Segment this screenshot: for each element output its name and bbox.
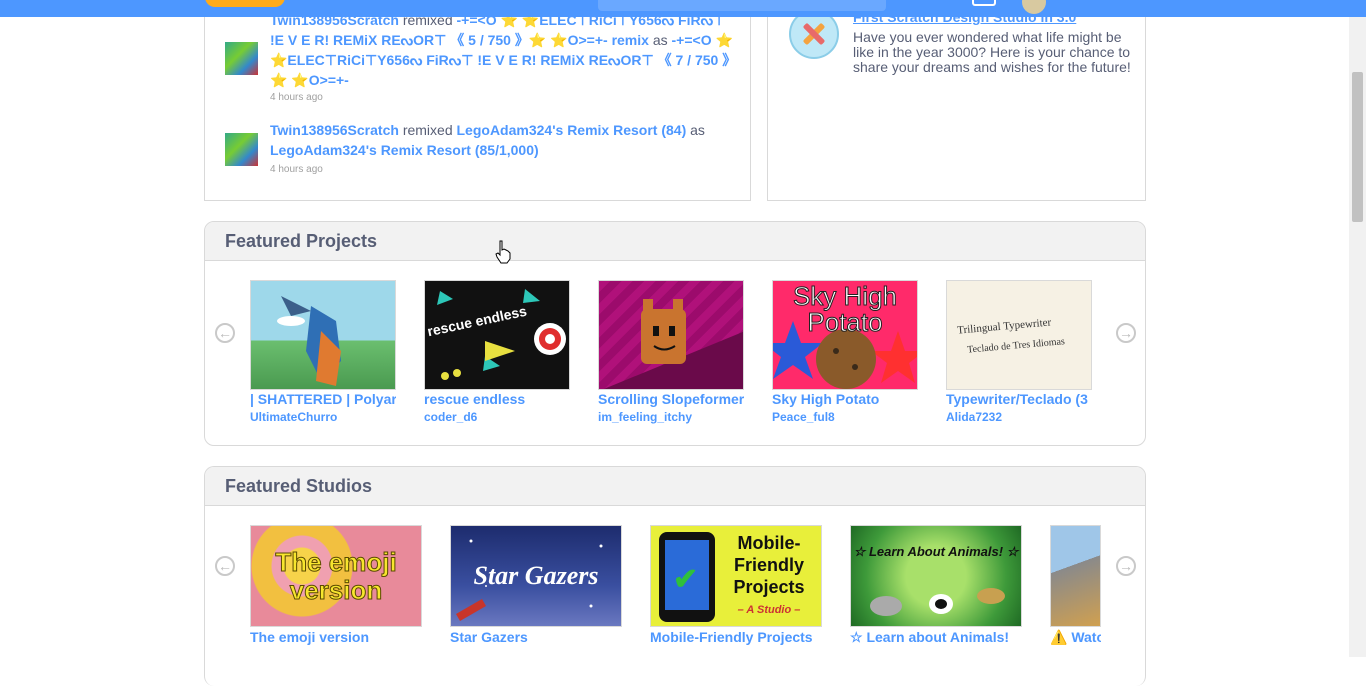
project-tile[interactable]: Scrolling Slopeformer im_feeling_itchy	[598, 280, 744, 430]
studio-tile[interactable]: Star Gazers Star Gazers	[450, 525, 622, 650]
top-nav-bar	[0, 0, 1366, 17]
project-thumbnail[interactable]	[250, 280, 396, 390]
scrollbar-thumb[interactable]	[1352, 72, 1363, 222]
project-thumbnail[interactable]	[598, 280, 744, 390]
studio-title[interactable]: The emoji version	[250, 629, 369, 645]
project-author[interactable]: Peace_ful8	[772, 410, 835, 424]
studio-title[interactable]: Star Gazers	[450, 629, 528, 645]
project-author[interactable]: im_feeling_itchy	[598, 410, 692, 424]
studio-tile[interactable]: ⚠️ Watch	[1050, 525, 1101, 650]
thumbnail-caption: Teclado de Tres Idiomas	[966, 336, 1066, 356]
carousel-header: Featured Projects	[205, 222, 1145, 261]
thumbnail-caption: The emoji version	[275, 547, 397, 605]
studio-thumbnail[interactable]: The emoji version	[250, 525, 422, 627]
activity-time: 4 hours ago	[270, 164, 323, 175]
section-title: Featured Studios	[225, 476, 373, 496]
scratch-logo[interactable]	[205, 0, 285, 7]
project-tile[interactable]: Trilingual Typewriter Teclado de Tres Id…	[946, 280, 1092, 430]
arrow-left-icon[interactable]: ←	[215, 323, 235, 343]
studio-title[interactable]: Mobile-Friendly Projects	[650, 629, 813, 645]
avatar[interactable]	[1022, 0, 1046, 14]
project-title[interactable]: | SHATTERED | Polyart	[250, 391, 396, 407]
project-tile[interactable]: Sky High Potato Sky High Potato Peace_fu…	[772, 280, 918, 430]
project-tile[interactable]: | SHATTERED | Polyart UltimateChurro	[250, 280, 396, 430]
thumbnail-caption: ☆ Learn About Animals! ☆	[853, 544, 1019, 559]
studio-thumbnail[interactable]: ✔ Mobile-Friendly Projects – A Studio –	[650, 525, 822, 627]
carousel-header: Featured Studios	[205, 467, 1145, 506]
activity-time: 4 hours ago	[270, 92, 323, 103]
project-author[interactable]: coder_d6	[424, 410, 477, 424]
activity-text: Twin138956Scratch remixed LegoAdam324's …	[270, 122, 705, 158]
phone-icon: ✔	[659, 532, 715, 622]
arrow-right-icon[interactable]: →	[1116, 556, 1136, 576]
project-title[interactable]: Typewriter/Teclado (3 idiomas)	[946, 391, 1092, 407]
studio-tile[interactable]: The emoji version The emoji version	[250, 525, 422, 650]
activity-user-link[interactable]: Twin138956Scratch	[270, 122, 399, 138]
thumbnail-subcaption: – A Studio –	[737, 604, 801, 616]
featured-projects-carousel: Featured Projects ← → | SHATTERED | Poly…	[204, 221, 1146, 446]
project-title[interactable]: Scrolling Slopeformer	[598, 391, 744, 407]
project-title[interactable]: rescue endless	[424, 391, 525, 407]
featured-studios-carousel: Featured Studios ← → The emoji version T…	[204, 466, 1146, 686]
whats-happening-box: First Scratch Design Studio in 3.0 Have …	[767, 0, 1146, 201]
section-title: Featured Projects	[225, 231, 378, 251]
activity-text: Twin138956Scratch remixed -+=<O ⭐ ⭐ELEC⊤…	[270, 12, 737, 88]
studio-title[interactable]: ☆ Learn about Animals!	[850, 629, 1009, 646]
studio-thumbnail[interactable]	[1050, 525, 1101, 627]
project-author[interactable]: Alida7232	[946, 410, 1002, 424]
project-author[interactable]: UltimateChurro	[250, 410, 337, 424]
thumbnail-caption: Star Gazers	[473, 561, 599, 590]
user-avatar[interactable]	[225, 42, 258, 75]
user-avatar[interactable]	[225, 133, 258, 166]
activity-target-link[interactable]: LegoAdam324's Remix Resort (85/1,000)	[270, 142, 539, 158]
arrow-left-icon[interactable]: ←	[215, 556, 235, 576]
project-thumbnail[interactable]: rescue endless	[424, 280, 570, 390]
thumbnail-caption: Sky High Potato	[792, 281, 898, 337]
arrow-right-icon[interactable]: →	[1116, 323, 1136, 343]
messages-icon[interactable]	[972, 0, 996, 6]
search-input[interactable]	[598, 0, 886, 11]
project-thumbnail[interactable]: Trilingual Typewriter Teclado de Tres Id…	[946, 280, 1092, 390]
studio-tile[interactable]: ✔ Mobile-Friendly Projects – A Studio – …	[650, 525, 822, 650]
thumbnail-caption: Trilingual Typewriter	[956, 316, 1052, 337]
studio-title[interactable]: ⚠️ Watch	[1050, 629, 1101, 646]
page-scrollbar[interactable]	[1349, 17, 1366, 657]
hand-cursor-icon	[495, 240, 511, 264]
project-title[interactable]: Sky High Potato	[772, 391, 879, 407]
project-tile[interactable]: rescue endless rescue endless coder_d6	[424, 280, 570, 430]
activity-box: Twin138956Scratch remixed -+=<O ⭐ ⭐ELEC⊤…	[204, 0, 751, 201]
thumbnail-caption: Mobile-Friendly Projects	[733, 533, 805, 597]
project-thumbnail[interactable]: Sky High Potato	[772, 280, 918, 390]
activity-source-link[interactable]: LegoAdam324's Remix Resort (84)	[457, 122, 687, 138]
studio-thumbnail[interactable]: Star Gazers	[450, 525, 622, 627]
studio-thumbnail[interactable]: ☆ Learn About Animals! ☆	[850, 525, 1022, 627]
whats-happening-description: Have you ever wondered what life might b…	[853, 29, 1131, 75]
studio-tile[interactable]: ☆ Learn About Animals! ☆ ☆ Learn about A…	[850, 525, 1022, 650]
